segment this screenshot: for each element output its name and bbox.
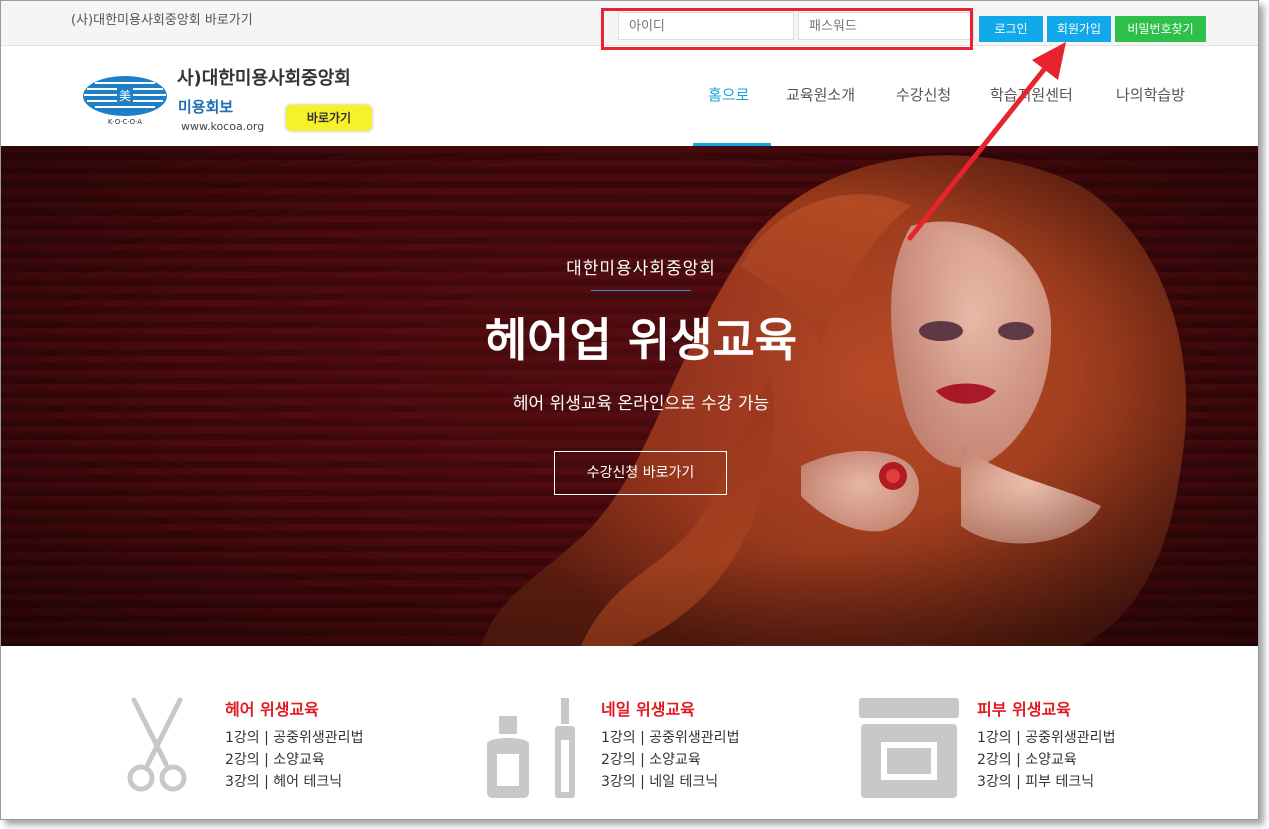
logo-subtitle: 미용회보 (178, 98, 234, 116)
nav-my-study[interactable]: 나의학습방 (1116, 84, 1185, 105)
logo-url: www.kocoa.org (181, 120, 265, 133)
service-title-nail[interactable]: 네일 위생교육 (601, 696, 695, 720)
kocoa-logo-icon[interactable]: 美 K·O·C·O·A (81, 74, 169, 126)
enroll-cta-button[interactable]: 수강신청 바로가기 (554, 451, 727, 495)
hero-kicker: 대한미용사회중앙회 (566, 259, 716, 279)
scissors-icon (127, 697, 187, 792)
service-skin-line-3: 3강의 | 피부 테크닉 (977, 774, 1095, 790)
service-title-hair[interactable]: 헤어 위생교육 (225, 696, 319, 720)
service-nail-line-1: 1강의 | 공중위생관리법 (601, 730, 740, 746)
hero-title: 헤어업 위생교육 (484, 313, 798, 367)
nav-about[interactable]: 교육원소개 (786, 84, 855, 105)
nav-home[interactable]: 홈으로 (708, 84, 749, 105)
service-skin-line-2: 2강의 | 소양교육 (977, 752, 1077, 768)
services-section: 헤어 위생교육 1강의 | 공중위생관리법 2강의 | 소양교육 3강의 | 헤… (1, 646, 1258, 819)
service-nail-line-3: 3강의 | 네일 테크닉 (601, 774, 719, 790)
find-password-button[interactable]: 비밀번호찾기 (1115, 16, 1206, 42)
login-highlight-box (601, 8, 973, 50)
nav-support-center[interactable]: 학습지원센터 (990, 84, 1073, 105)
hero-description: 헤어 위생교육 온라인으로 수강 가능 (512, 394, 770, 414)
logo-title[interactable]: 사)대한미용사회중앙회 (177, 64, 351, 90)
logo-emblem-text: K·O·C·O·A (108, 118, 142, 126)
nail-polish-icon (487, 698, 575, 798)
cream-jar-icon (859, 698, 959, 798)
hero-divider (591, 290, 691, 291)
association-link[interactable]: (사)대한미용사회중앙회 바로가기 (71, 9, 253, 28)
service-title-skin[interactable]: 피부 위생교육 (977, 696, 1071, 720)
service-hair-line-3: 3강의 | 헤어 테크닉 (225, 774, 343, 790)
nav-enroll[interactable]: 수강신청 (896, 84, 951, 105)
service-hair-line-1: 1강의 | 공중위생관리법 (225, 730, 364, 746)
browser-frame: (사)대한미용사회중앙회 바로가기 로그인 회원가입 비밀번호찾기 美 K·O·… (0, 0, 1259, 820)
login-button[interactable]: 로그인 (979, 16, 1043, 42)
service-skin-line-1: 1강의 | 공중위생관리법 (977, 730, 1116, 746)
service-nail-line-2: 2강의 | 소양교육 (601, 752, 701, 768)
svg-text:美: 美 (119, 89, 131, 103)
newsletter-shortcut-button[interactable]: 바로가기 (286, 105, 372, 131)
site-header: 美 K·O·C·O·A 사)대한미용사회중앙회 미용회보 www.kocoa.o… (1, 46, 1258, 146)
join-button[interactable]: 회원가입 (1047, 16, 1111, 42)
service-hair-line-2: 2강의 | 소양교육 (225, 752, 325, 768)
hero-banner: 대한미용사회중앙회 헤어업 위생교육 헤어 위생교육 온라인으로 수강 가능 수… (1, 146, 1258, 646)
